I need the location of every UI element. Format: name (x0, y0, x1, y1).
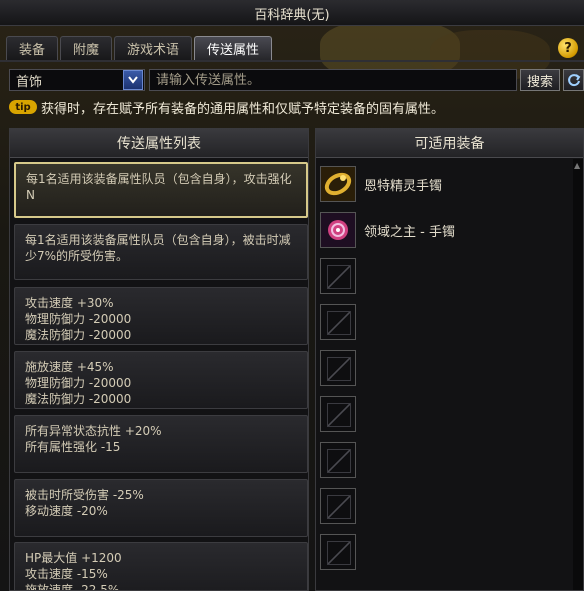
attribute-list-header: 传送属性列表 (10, 129, 308, 158)
transfer-attribute-list-panel: 传送属性列表 每1名适用该装备属性队员（包含自身），攻击强化 N 每1名适用该装… (9, 128, 309, 591)
attribute-item[interactable]: 每1名适用该装备属性队员（包含自身），被击时减少7%的所受伤害。 (14, 224, 308, 280)
attribute-item[interactable]: 施放速度 +45% 物理防御力 -20000 魔法防御力 -20000 (14, 351, 308, 409)
attribute-line: 施放速度 -22.5% (25, 583, 120, 591)
attribute-item[interactable]: 所有异常状态抗性 +20% 所有属性强化 -15 (14, 415, 308, 473)
attribute-line: 所有异常状态抗性 +20% (25, 424, 162, 438)
gold-bracelet-icon (320, 166, 356, 202)
attribute-line: 每1名适用该装备属性队员（包含自身），攻击强化 N (26, 172, 296, 202)
tip-bar: tip 获得时，存在赋予所有装备的通用属性和仅赋予特定装备的固有属性。 (9, 96, 584, 118)
tab-strip-divider (0, 60, 584, 62)
attribute-line: 物理防御力 -20000 (25, 376, 132, 390)
attribute-item[interactable]: 被击时所受伤害 -25% 移动速度 -20% (14, 479, 308, 537)
equipment-item[interactable]: 领域之主 - 手镯 (320, 207, 578, 253)
equipment-name: 恩特精灵手镯 (364, 178, 443, 194)
attribute-item[interactable]: HP最大值 +1200 攻击速度 -15% 施放速度 -22.5% (14, 542, 308, 591)
equipment-item (320, 253, 578, 299)
attribute-line: 移动速度 -20% (25, 504, 108, 518)
equipment-item (320, 391, 578, 437)
empty-slot-icon (320, 534, 356, 570)
attribute-line: 物理防御力 -20000 (25, 312, 132, 326)
equipment-item[interactable]: 恩特精灵手镯 (320, 161, 578, 207)
empty-slot-icon (320, 304, 356, 340)
help-button[interactable]: ? (558, 38, 578, 58)
equipment-item (320, 529, 578, 575)
attribute-item[interactable]: 攻击速度 +30% 物理防御力 -20000 魔法防御力 -20000 (14, 287, 308, 345)
purple-orb-bracelet-icon (320, 212, 356, 248)
equipment-item (320, 299, 578, 345)
empty-slot-icon (320, 442, 356, 478)
empty-slot-icon (320, 350, 356, 386)
attribute-line: HP最大值 +1200 (25, 551, 122, 565)
attribute-line: 所有属性强化 -15 (25, 440, 121, 454)
empty-slot-icon (320, 258, 356, 294)
chevron-down-icon[interactable] (123, 70, 143, 90)
tab-bar: 装备 附魔 游戏术语 传送属性 (6, 36, 273, 60)
tab-transfer-attributes[interactable]: 传送属性 (194, 36, 273, 60)
tab-game-terms[interactable]: 游戏术语 (114, 36, 193, 60)
empty-slot-icon (320, 396, 356, 432)
empty-slot-icon (320, 488, 356, 524)
search-button[interactable]: 搜索 (520, 69, 560, 91)
attribute-line: 魔法防御力 -20000 (25, 392, 132, 406)
tip-text: 获得时，存在赋予所有装备的通用属性和仅赋予特定装备的固有属性。 (41, 101, 445, 117)
equipment-item (320, 437, 578, 483)
applicable-equipment-panel: 可适用装备 ▲ 恩特精灵手镯 领域之主 - 手镯 (315, 128, 584, 591)
refresh-icon[interactable] (563, 69, 584, 91)
tip-badge: tip (9, 100, 37, 114)
window-title: 百科辞典(无) (254, 8, 330, 23)
attribute-item[interactable]: 每1名适用该装备属性队员（包含自身），攻击强化 N (14, 162, 308, 218)
attribute-line: 被击时所受伤害 -25% (25, 488, 144, 502)
attribute-line: 每1名适用该装备属性队员（包含自身），被击时减少7%的所受伤害。 (25, 233, 291, 263)
category-select-value: 首饰 (16, 74, 43, 90)
attribute-line: 攻击速度 -15% (25, 567, 108, 581)
window-titlebar[interactable]: 百科辞典(无) (0, 0, 584, 26)
attribute-line: 魔法防御力 -20000 (25, 328, 132, 342)
equipment-name: 领域之主 - 手镯 (364, 224, 455, 240)
attribute-line: 施放速度 +45% (25, 360, 114, 374)
search-input[interactable] (149, 69, 517, 91)
category-select[interactable]: 首饰 (9, 69, 145, 91)
tab-equipment[interactable]: 装备 (6, 36, 59, 60)
equipment-item (320, 345, 578, 391)
attribute-line: 攻击速度 +30% (25, 296, 114, 310)
tab-enchant[interactable]: 附魔 (60, 36, 113, 60)
equipment-item (320, 483, 578, 529)
equipment-list-header: 可适用装备 (316, 129, 583, 158)
